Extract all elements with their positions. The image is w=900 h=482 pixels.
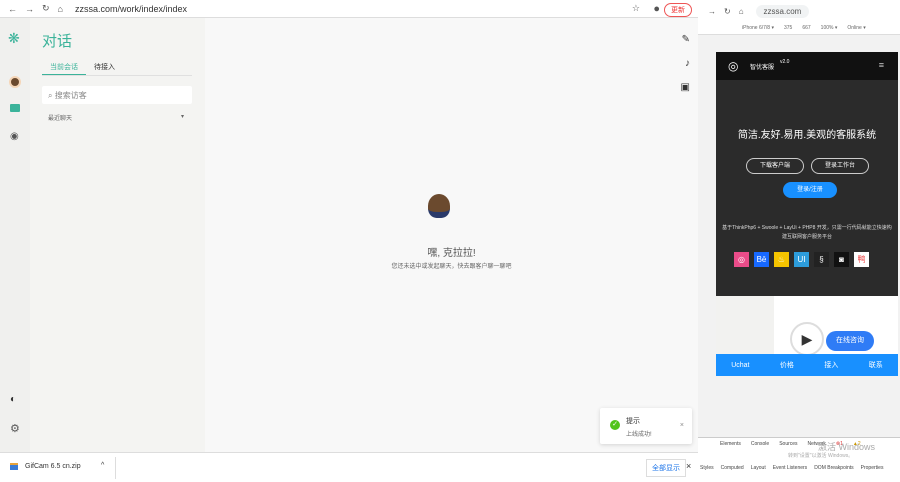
conversation-panel: 对话 当前会话 待接入 ⌕ 搜索访客 最近聊天 ▾ [30, 18, 205, 452]
ui-icon: UI [794, 252, 809, 267]
phone-preview: ◎ 智优客服 v2.0 ≡ 简洁.友好.易用.美观的客服系统 下载客户端 登录工… [716, 52, 898, 376]
menu-icon[interactable]: ≡ [879, 60, 884, 70]
behance-icon: Bē [754, 252, 769, 267]
windows-watermark-sub: 转到"设置"以激活 Windows。 [788, 453, 854, 459]
device-select[interactable]: iPhone 6/7/8 ▾ [742, 25, 774, 31]
tab-pending[interactable]: 待接入 [86, 62, 123, 75]
nav-price[interactable]: 价格 [780, 360, 794, 370]
check-icon: ✓ [610, 420, 620, 430]
flame-icon: ♨ [774, 252, 789, 267]
reload-icon[interactable]: ↻ [724, 7, 731, 16]
devtools-panel: Elements Console Sources Network ⊗1 ▲2 激活 Wi… [698, 437, 900, 482]
search-input[interactable]: ⌕ 搜索访客 [42, 86, 192, 104]
zip-file-icon [10, 463, 18, 470]
chevron-up-icon[interactable]: ^ [101, 462, 104, 469]
preview-url-field[interactable]: zzssa.com [755, 4, 810, 18]
description: 基于ThinkPhp6 + Swoole + LayUi + PHP8 开发，只… [722, 225, 892, 240]
url-field[interactable]: zzssa.com/work/index/index [75, 4, 187, 14]
device-toolbar: iPhone 6/7/8 ▾ 375 667 100% ▾ Online ▾ [698, 22, 900, 35]
brand-name: 智优客服 [750, 65, 775, 71]
toast-notification: ✓ 提示 上线成功! × [600, 408, 692, 444]
preview-address-bar: → ↻ ⌂ zzssa.com [698, 0, 900, 22]
camera-icon: ◙ [834, 252, 849, 267]
home-icon[interactable]: ⌂ [58, 4, 63, 14]
headline: 简洁.友好.易用.美观的客服系统 [737, 130, 877, 141]
play-icon[interactable]: ▶ [790, 322, 824, 356]
search-icon: ⌕ [48, 91, 55, 100]
empty-avatar [428, 194, 450, 218]
show-all-button[interactable]: 全部显示 [646, 459, 686, 477]
height-field[interactable]: 667 [802, 25, 810, 31]
site-header: ◎ 智优客服 v2.0 ≡ [716, 52, 898, 80]
width-field[interactable]: 375 [784, 25, 792, 31]
close-icon[interactable]: × [686, 461, 691, 471]
recent-chats-header[interactable]: 最近聊天 ▾ [48, 113, 184, 122]
chat-area: ✎ ♪ ▣ 嘿, 克拉拉! 您还未选中或发起聊天，快去跟客户聊一聊吧 [205, 18, 698, 452]
main-browser-window: ← → ↻ ⌂ zzssa.com/work/index/index ☆ ● 更新 ❋… [0, 0, 698, 452]
tab-properties[interactable]: Properties [861, 465, 884, 471]
tab-current[interactable]: 当前会话 [42, 62, 86, 75]
register-button[interactable]: 登录/注册 [783, 182, 837, 198]
empty-hint: 您还未选中或发起聊天，快去跟客户聊一聊吧 [391, 264, 512, 270]
login-workbench-button[interactable]: 登录工作台 [811, 158, 869, 174]
preview-browser-window: → ↻ ⌂ zzssa.com iPhone 6/7/8 ▾ 375 667 100… [698, 0, 900, 482]
gear-icon[interactable]: ⚙ [10, 422, 20, 435]
network-select[interactable]: Online ▾ [847, 25, 865, 31]
address-bar: ← → ↻ ⌂ zzssa.com/work/index/index ☆ ● 更新 [0, 0, 698, 18]
tab-styles[interactable]: Styles [700, 465, 714, 471]
bell-icon[interactable]: ♪ [685, 58, 690, 69]
download-filename[interactable]: GifCam 6.5 cn.zip [25, 463, 81, 470]
tech-icons: ◎ Bē ♨ UI § ◙ 鸭 [734, 252, 874, 267]
tab-layout[interactable]: Layout [751, 465, 766, 471]
tab-console[interactable]: Console [751, 441, 769, 447]
tab-dom-breakpoints[interactable]: DOM Breakpoints [814, 465, 853, 471]
nav-integrate[interactable]: 接入 [824, 360, 838, 370]
chevron-down-icon: ▾ [180, 114, 184, 120]
close-icon[interactable]: × [680, 422, 684, 429]
icon-rail: ❋ ◉ ◐ ⚙ [0, 18, 30, 452]
avatar[interactable] [9, 76, 21, 88]
figure-icon: § [814, 252, 829, 267]
forward-icon[interactable]: → [25, 4, 34, 14]
search-placeholder: 搜索访客 [54, 91, 87, 100]
home-icon[interactable]: ⌂ [739, 7, 744, 16]
tab-event-listeners[interactable]: Event Listeners [773, 465, 807, 471]
site-logo-icon: ◎ [728, 59, 739, 73]
version-label: v2.0 [780, 59, 790, 65]
consult-button[interactable]: 在线咨询 [826, 331, 874, 351]
recent-label: 最近聊天 [48, 116, 73, 122]
toast-title: 提示 [626, 418, 640, 425]
video-preview[interactable]: ▶ 在线咨询 [716, 296, 898, 356]
update-button[interactable]: 更新 [664, 3, 692, 17]
profile-icon[interactable]: ● [653, 3, 660, 15]
brand-icon: 鸭 [854, 252, 869, 267]
nav-uchat[interactable]: Uchat [731, 362, 749, 369]
chat-icon[interactable] [10, 104, 20, 112]
feedback-icon[interactable]: ▣ [681, 82, 690, 93]
download-bar: GifCam 6.5 cn.zip ^ 全部显示 × [0, 452, 698, 482]
moon-icon[interactable]: ◐ [10, 394, 16, 405]
nav-contact[interactable]: 联系 [869, 360, 883, 370]
video-thumbnail [716, 296, 774, 354]
user-icon[interactable]: ◉ [10, 131, 19, 142]
toast-message: 上线成功! [626, 432, 652, 438]
site-nav: Uchat 价格 接入 联系 [716, 354, 898, 376]
dribbble-icon: ◎ [734, 252, 749, 267]
logo-icon: ❋ [8, 30, 20, 46]
forward-icon[interactable]: → [708, 7, 716, 16]
tab-bar: 当前会话 待接入 [42, 62, 192, 76]
reload-icon[interactable]: ↻ [42, 3, 50, 14]
back-icon[interactable]: ← [8, 4, 17, 14]
download-client-button[interactable]: 下载客户端 [746, 158, 804, 174]
edit-icon[interactable]: ✎ [682, 34, 690, 45]
greeting: 嘿, 克拉拉! [427, 248, 476, 259]
tab-elements[interactable]: Elements [720, 441, 741, 447]
tab-sources[interactable]: Sources [779, 441, 797, 447]
star-icon[interactable]: ☆ [632, 3, 640, 14]
tab-computed[interactable]: Computed [721, 465, 744, 471]
zoom-select[interactable]: 100% ▾ [821, 25, 838, 31]
page-title: 对话 [42, 33, 73, 50]
divider [115, 457, 116, 479]
